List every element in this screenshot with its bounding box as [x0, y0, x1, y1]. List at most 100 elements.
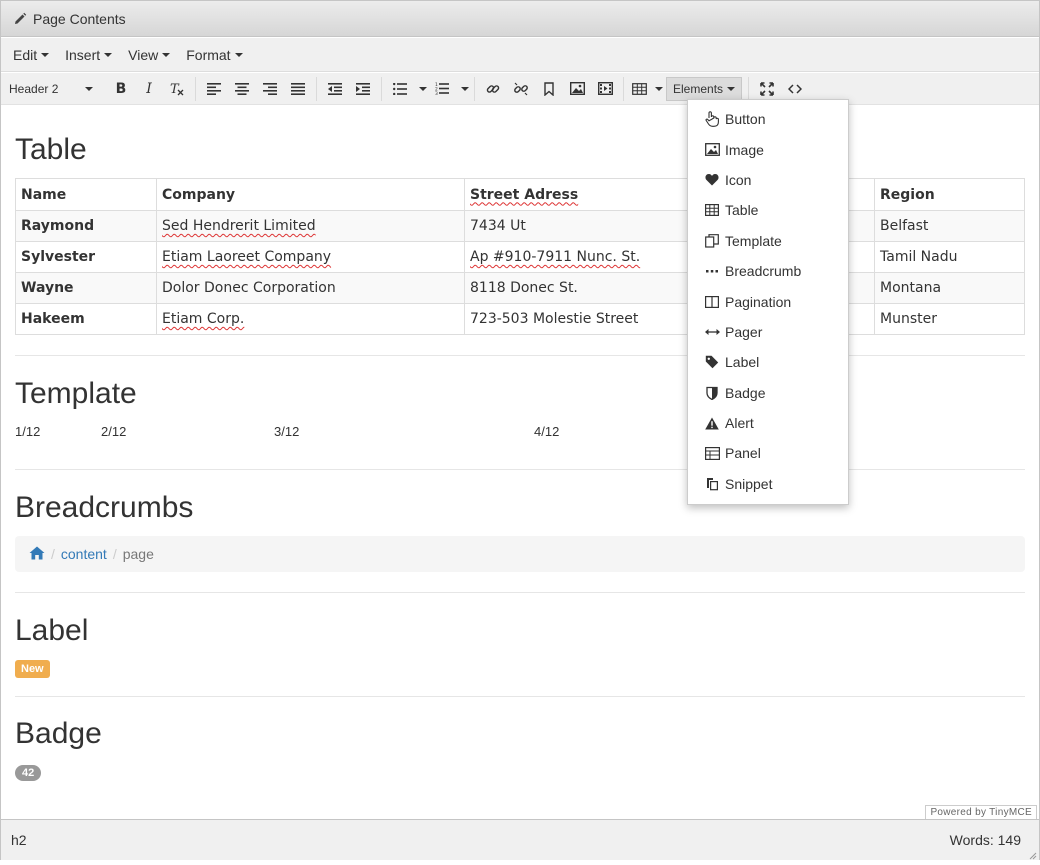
align-right-button[interactable]	[256, 76, 284, 102]
horizontal-rule	[15, 592, 1025, 593]
data-table: Name Company Street Adress Region Raymon…	[15, 178, 1025, 335]
menu-item-badge[interactable]: Badge	[688, 378, 848, 408]
menu-item-label: Pager	[725, 323, 763, 340]
cell-text: Sed Hendrerit Limited	[162, 218, 316, 234]
table-cell: Sed Hendrerit Limited	[156, 210, 465, 242]
align-left-button[interactable]	[200, 76, 228, 102]
label-heading: Label	[15, 614, 89, 647]
menu-item-label-text: Label	[725, 354, 760, 371]
breadcrumb-active-page: page	[122, 546, 154, 562]
template-col: 3/12	[274, 424, 300, 439]
menu-item-label: Panel	[725, 445, 761, 462]
anchor-button[interactable]	[535, 76, 563, 102]
clear-formatting-button[interactable]: T	[163, 76, 191, 102]
menu-item-pagination[interactable]: Pagination	[688, 286, 848, 316]
powered-by-branding[interactable]: Powered by TinyMCE	[925, 805, 1037, 820]
menu-item-panel[interactable]: Panel	[688, 438, 848, 468]
warning-icon	[704, 415, 720, 431]
table-row: Hakeem Etiam Corp. 723-503 Molestie Stre…	[15, 303, 1025, 335]
menu-item-image[interactable]: Image	[688, 134, 848, 164]
unlink-icon	[514, 82, 528, 96]
table-icon	[704, 202, 720, 218]
caret-down-icon	[461, 86, 469, 91]
menu-item-template[interactable]: Template	[688, 226, 848, 256]
indent-icon	[356, 82, 370, 95]
toolbar-separator	[381, 76, 382, 101]
menu-item-snippet[interactable]: Snippet	[688, 469, 848, 499]
toolbar-separator	[316, 76, 317, 101]
home-icon[interactable]	[29, 546, 45, 563]
caret-down-icon	[104, 52, 113, 57]
insert-link-button[interactable]	[479, 76, 507, 102]
menu-item-label[interactable]: Label	[688, 347, 848, 377]
element-path[interactable]: h2	[11, 832, 27, 848]
menu-item-label: Button	[725, 111, 766, 128]
numbered-list-dropdown[interactable]	[456, 76, 470, 102]
word-count: Words: 149	[949, 832, 1021, 848]
cell-text: Etiam Laoreet Company	[162, 249, 332, 265]
menu-item-table[interactable]: Table	[688, 195, 848, 225]
menu-insert-label: Insert	[65, 46, 101, 63]
insert-table-button[interactable]	[628, 76, 650, 102]
menu-item-label: Icon	[725, 171, 752, 188]
cell-text: Etiam Corp.	[162, 311, 245, 327]
table-cell: Sylvester	[15, 241, 157, 273]
pencil-icon	[13, 12, 27, 26]
align-center-icon	[235, 82, 249, 95]
elements-menu-button[interactable]: Elements	[666, 76, 743, 101]
breadcrumb-link-content[interactable]: content	[61, 546, 107, 562]
menu-edit[interactable]: Edit	[5, 40, 57, 70]
menu-item-label: Alert	[725, 415, 754, 432]
menu-item-label: Table	[725, 202, 759, 219]
toolbar-separator	[195, 76, 196, 101]
insert-image-button[interactable]	[563, 76, 591, 102]
table-cell: Munster	[874, 303, 1025, 335]
horizontal-rule	[15, 469, 1025, 470]
resize-handle-icon[interactable]	[1027, 847, 1037, 860]
align-justify-button[interactable]	[284, 76, 312, 102]
menu-view[interactable]: View	[120, 40, 178, 70]
menu-format[interactable]: Format	[178, 40, 250, 70]
align-center-button[interactable]	[228, 76, 256, 102]
menu-item-alert[interactable]: Alert	[688, 408, 848, 438]
copy-icon	[704, 476, 720, 492]
menu-item-label: Pagination	[725, 293, 792, 310]
menu-item-label: Breadcrumb	[725, 263, 802, 280]
table-row: Sylvester Etiam Laoreet Company Ap #910-…	[15, 241, 1025, 273]
bullet-list-button[interactable]	[386, 76, 414, 102]
caret-down-icon	[41, 52, 50, 57]
table-header-cell: Region	[874, 178, 1025, 211]
editor-content[interactable]: Table Name Company Street Adress Region …	[15, 105, 1025, 801]
fullscreen-button[interactable]	[753, 76, 781, 102]
elements-label: Elements	[673, 81, 724, 96]
block-format-select[interactable]: Header 2	[5, 76, 99, 102]
image-icon	[569, 82, 585, 95]
table-header-row: Name Company Street Adress Region	[15, 178, 1025, 211]
template-icon	[704, 233, 720, 249]
insert-media-button[interactable]	[591, 76, 619, 102]
italic-button[interactable]: I	[135, 76, 163, 102]
bold-button[interactable]: B	[107, 76, 135, 102]
table-dropdown[interactable]	[650, 76, 664, 102]
source-code-button[interactable]	[781, 76, 809, 102]
outdent-button[interactable]	[321, 76, 349, 102]
caret-down-icon	[419, 86, 427, 91]
menu-item-icon[interactable]: Icon	[688, 165, 848, 195]
bookmark-icon	[544, 81, 554, 96]
table-cell: Tamil Nadu	[874, 241, 1025, 273]
indent-button[interactable]	[349, 76, 377, 102]
menu-item-breadcrumb[interactable]: Breadcrumb	[688, 256, 848, 286]
caret-down-icon	[162, 52, 171, 57]
window-title: Page Contents	[33, 10, 126, 27]
bullet-list-dropdown[interactable]	[414, 76, 428, 102]
numbered-list-icon: 123	[435, 82, 449, 95]
template-col: 1/12	[15, 424, 41, 439]
breadcrumb: / content / page	[15, 536, 1025, 572]
remove-link-button[interactable]	[507, 76, 535, 102]
numbered-list-button[interactable]: 123	[428, 76, 456, 102]
menu-insert[interactable]: Insert	[57, 40, 120, 70]
caret-down-icon	[727, 86, 736, 91]
menu-item-button[interactable]: Button	[688, 104, 848, 134]
horizontal-rule	[15, 355, 1025, 356]
menu-item-pager[interactable]: Pager	[688, 317, 848, 347]
